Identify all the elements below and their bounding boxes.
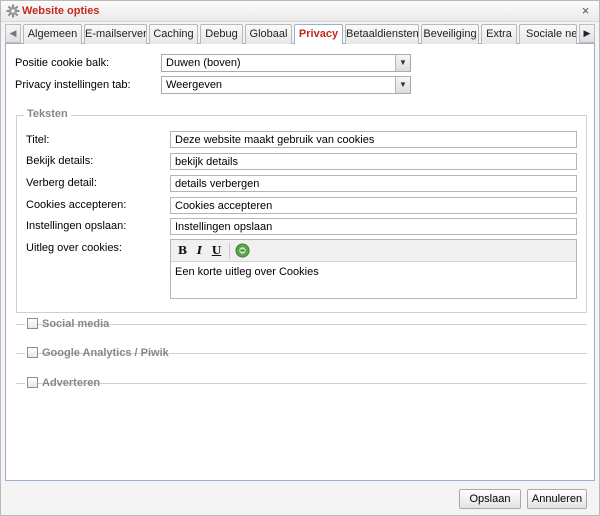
window-title: Website opties xyxy=(22,5,100,17)
close-icon[interactable]: × xyxy=(579,4,592,17)
accept-cookies-label: Cookies accepteren: xyxy=(26,199,127,211)
privacy-panel: Positie cookie balk: Duwen (boven) ▼ Pri… xyxy=(5,44,595,481)
title-label: Titel: xyxy=(26,134,50,146)
tab-extra[interactable]: Extra xyxy=(481,24,517,44)
tab-beveiliging[interactable]: Beveiliging xyxy=(421,24,479,44)
tab-privacy[interactable]: Privacy xyxy=(294,24,343,45)
scroll-left-icon[interactable]: ◀ xyxy=(5,24,21,43)
tab-sociale-netwerken[interactable]: Sociale netwe xyxy=(519,24,577,44)
privacy-tab-select[interactable]: Weergeven ▼ xyxy=(161,76,411,94)
view-details-input[interactable]: bekijk details xyxy=(170,153,577,170)
underline-button[interactable]: U xyxy=(209,243,224,258)
analytics-label: Google Analytics / Piwik xyxy=(42,347,169,359)
cookie-explanation-editor[interactable]: B I U Een korte uitleg over Cookies xyxy=(170,239,577,299)
toolbar-separator xyxy=(229,243,230,259)
options-window: Website opties × ◀ Algemeen E-mailserver… xyxy=(0,0,600,516)
chevron-down-icon[interactable]: ▼ xyxy=(395,77,410,93)
section-header: Social media xyxy=(25,318,109,330)
save-settings-input[interactable]: Instellingen opslaan xyxy=(170,218,577,235)
title-bar: Website opties × xyxy=(1,1,599,22)
cookie-bar-position-label: Positie cookie balk: xyxy=(15,57,110,69)
social-media-section: Social media xyxy=(16,318,587,330)
view-details-label: Bekijk details: xyxy=(26,155,94,167)
save-button[interactable]: Opslaan xyxy=(459,489,521,509)
tab-e-mailserver[interactable]: E-mailserver xyxy=(84,24,147,44)
cookie-explanation-text[interactable]: Een korte uitleg over Cookies xyxy=(175,266,319,278)
section-divider xyxy=(16,383,587,384)
privacy-tab-value: Weergeven xyxy=(166,79,223,91)
cookie-bar-position-select[interactable]: Duwen (boven) ▼ xyxy=(161,54,411,72)
advertising-label: Adverteren xyxy=(42,377,101,389)
gear-icon xyxy=(6,4,20,18)
advertising-section: Adverteren xyxy=(16,377,587,389)
tab-strip: ◀ Algemeen E-mailserver Caching Debug Gl… xyxy=(5,23,595,45)
advertising-checkbox[interactable] xyxy=(27,377,38,388)
tab-betaaldiensten[interactable]: Betaaldiensten xyxy=(345,24,419,44)
tab-globaal[interactable]: Globaal xyxy=(245,24,292,44)
hide-details-input[interactable]: details verbergen xyxy=(170,175,577,192)
italic-button[interactable]: I xyxy=(192,243,207,258)
section-header: Google Analytics / Piwik xyxy=(25,347,169,359)
section-header: Adverteren xyxy=(25,377,100,389)
privacy-tab-label: Privacy instellingen tab: xyxy=(15,79,131,91)
texts-fieldset: Teksten Titel: Deze website maakt gebrui… xyxy=(16,108,587,313)
cookie-bar-position-value: Duwen (boven) xyxy=(166,57,241,69)
title-input[interactable]: Deze website maakt gebruik van cookies xyxy=(170,131,577,148)
cookie-explanation-label: Uitleg over cookies: xyxy=(26,242,122,254)
tab-caching[interactable]: Caching xyxy=(149,24,198,44)
insert-link-icon[interactable] xyxy=(235,243,250,258)
chevron-down-icon[interactable]: ▼ xyxy=(395,55,410,71)
social-media-checkbox[interactable] xyxy=(27,318,38,329)
tab-algemeen[interactable]: Algemeen xyxy=(23,24,82,44)
social-media-label: Social media xyxy=(42,318,110,330)
scroll-right-icon[interactable]: ▶ xyxy=(579,24,595,43)
bold-button[interactable]: B xyxy=(175,243,190,258)
texts-legend: Teksten xyxy=(24,108,71,120)
analytics-checkbox[interactable] xyxy=(27,347,38,358)
analytics-section: Google Analytics / Piwik xyxy=(16,347,587,359)
save-settings-label: Instellingen opslaan: xyxy=(26,220,127,232)
tab-debug[interactable]: Debug xyxy=(200,24,243,44)
editor-toolbar: B I U xyxy=(171,240,576,262)
hide-details-label: Verberg detail: xyxy=(26,177,97,189)
cancel-button[interactable]: Annuleren xyxy=(527,489,587,509)
accept-cookies-input[interactable]: Cookies accepteren xyxy=(170,197,577,214)
